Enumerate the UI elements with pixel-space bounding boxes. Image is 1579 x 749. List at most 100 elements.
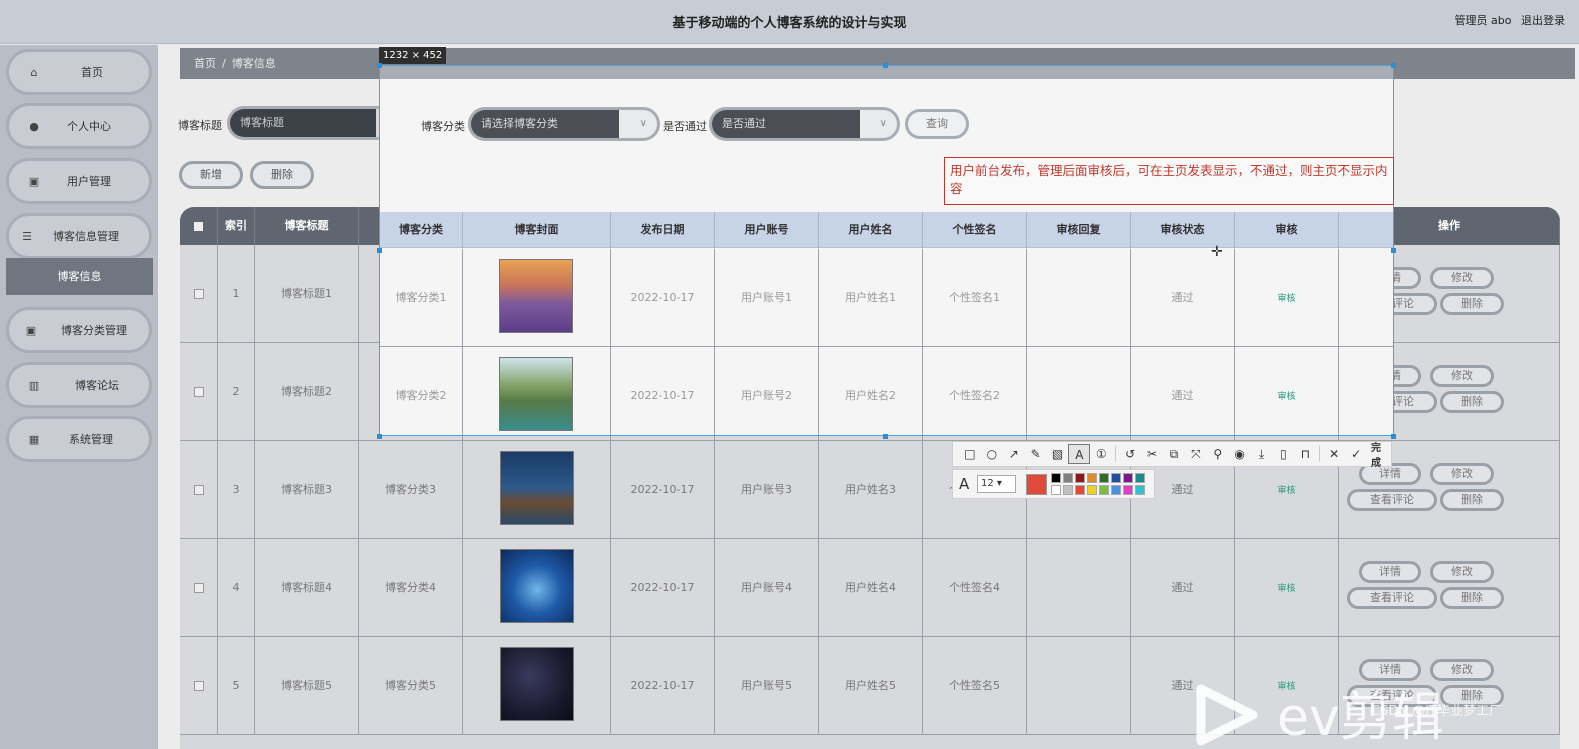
text-tool-icon[interactable]: A xyxy=(1068,444,1091,464)
capture-cell-text[interactable]: 审核 xyxy=(1277,294,1295,304)
resize-handle[interactable] xyxy=(377,434,382,439)
resize-handle[interactable] xyxy=(377,248,382,253)
capture-column-header: 博客分类 xyxy=(380,212,463,248)
color-swatch[interactable] xyxy=(1051,485,1061,495)
sidebar-item-users[interactable]: ▣ 用户管理 xyxy=(6,158,152,204)
resize-handle[interactable] xyxy=(883,434,888,439)
phone-icon[interactable]: ▯ xyxy=(1272,444,1294,464)
row-checkbox[interactable] xyxy=(193,289,204,299)
ellipse-tool-icon[interactable]: ○ xyxy=(981,444,1003,464)
sidebar-item-home[interactable]: ⌂ 首页 xyxy=(6,49,152,95)
color-swatch[interactable] xyxy=(1075,473,1085,483)
title-text: 博客标题4 xyxy=(281,581,332,594)
bookmark-icon[interactable]: ⊓ xyxy=(1294,444,1316,464)
operation-cell: 详情修改查看评论删除 xyxy=(1339,539,1560,637)
delete-row-button[interactable]: 删除 xyxy=(1440,489,1504,511)
title-search-placeholder: 博客标题 xyxy=(230,109,376,137)
capture-selection[interactable]: 博客分类 请选择博客分类 ∨ 是否通过 是否通过 ∨ 查询 博客分类 博客封面 发布… xyxy=(379,65,1394,436)
play-logo-icon xyxy=(1196,684,1258,746)
color-swatch[interactable] xyxy=(1063,485,1073,495)
edit-button[interactable]: 修改 xyxy=(1430,561,1494,583)
delete-row-button[interactable]: 删除 xyxy=(1440,391,1504,413)
color-swatch[interactable] xyxy=(1111,473,1121,483)
resize-handle[interactable] xyxy=(1391,434,1396,439)
pass-select[interactable]: 是否通过 ∨ xyxy=(709,107,900,141)
done-button[interactable]: 完成 xyxy=(1371,439,1391,469)
close-icon[interactable]: ✕ xyxy=(1323,444,1345,464)
add-button[interactable]: 新增 xyxy=(179,161,243,189)
font-size-value: 12 xyxy=(981,478,994,489)
scissors-icon[interactable]: ✂ xyxy=(1141,444,1163,464)
resize-handle[interactable] xyxy=(1391,63,1396,68)
undo-icon[interactable]: ↺ xyxy=(1119,444,1141,464)
status-text: 通过 xyxy=(1171,483,1194,496)
color-swatch[interactable] xyxy=(1123,485,1133,495)
resize-handle[interactable] xyxy=(377,63,382,68)
color-swatch[interactable] xyxy=(1087,473,1097,483)
text-annotation[interactable]: 用户前台发布，管理后面审核后，可在主页发表显示，不通过，则主页不显示内容 xyxy=(944,157,1394,205)
color-swatch[interactable] xyxy=(1135,473,1145,483)
color-swatch[interactable] xyxy=(1135,485,1145,495)
watermark-credit: CSDN @IT毕业梦工厂 xyxy=(1371,704,1502,719)
color-swatch[interactable] xyxy=(1063,473,1073,483)
sidebar-item-blog-info-manage[interactable]: ☰ 博客信息管理 xyxy=(6,213,152,259)
color-swatch[interactable] xyxy=(1123,473,1133,483)
color-swatch[interactable] xyxy=(1075,485,1085,495)
logout-link[interactable]: 退出登录 xyxy=(1521,14,1565,27)
scan-icon[interactable]: ⤧ xyxy=(1185,444,1207,464)
sidebar-item-blog-category[interactable]: ▣ 博客分类管理 xyxy=(6,307,152,353)
sidebar-item-label: 首页 xyxy=(81,66,103,79)
audit-text[interactable]: 审核 xyxy=(1277,584,1295,594)
category-text: 博客分类4 xyxy=(385,581,436,594)
delete-row-button[interactable]: 删除 xyxy=(1440,587,1504,609)
edit-button[interactable]: 修改 xyxy=(1430,267,1494,289)
arrow-tool-icon[interactable]: ↗ xyxy=(1003,444,1025,464)
number-tool-icon[interactable]: ① xyxy=(1090,444,1112,464)
mosaic-tool-icon[interactable]: ▧ xyxy=(1047,444,1069,464)
color-swatch[interactable] xyxy=(1087,485,1097,495)
download-icon[interactable]: ⤓ xyxy=(1251,444,1273,464)
column-header[interactable] xyxy=(180,207,218,245)
rectangle-tool-icon[interactable]: □ xyxy=(959,444,981,464)
color-swatch[interactable] xyxy=(1051,473,1061,483)
edit-button[interactable]: 修改 xyxy=(1430,463,1494,485)
resize-handle[interactable] xyxy=(1391,248,1396,253)
category-select[interactable]: 请选择博客分类 ∨ xyxy=(468,107,660,141)
index-text: 4 xyxy=(232,581,240,594)
breadcrumb-home[interactable]: 首页 xyxy=(194,57,216,70)
delete-row-button[interactable]: 删除 xyxy=(1440,293,1504,315)
view-comments-button[interactable]: 查看评论 xyxy=(1347,489,1437,511)
pencil-tool-icon[interactable]: ✎ xyxy=(1025,444,1047,464)
color-swatch[interactable] xyxy=(1099,473,1109,483)
record-icon[interactable]: ◉ xyxy=(1229,444,1251,464)
sidebar-item-profile[interactable]: ● 个人中心 xyxy=(6,103,152,149)
delete-button[interactable]: 删除 xyxy=(250,161,314,189)
detail-button[interactable]: 详情 xyxy=(1359,561,1421,583)
capture-cell: 通过 xyxy=(1131,347,1235,435)
row-checkbox[interactable] xyxy=(193,387,204,397)
row-checkbox[interactable] xyxy=(193,681,204,691)
ocr-icon[interactable]: ⧉ xyxy=(1163,444,1185,464)
color-swatch[interactable] xyxy=(1111,485,1121,495)
font-size-select[interactable]: 12 ▾ xyxy=(977,475,1016,493)
check-icon[interactable]: ✓ xyxy=(1345,444,1367,464)
capture-cell-text: 用户账号1 xyxy=(741,291,792,304)
pin-icon[interactable]: ⚲ xyxy=(1207,444,1229,464)
row-checkbox[interactable] xyxy=(193,485,204,495)
resize-handle[interactable] xyxy=(883,63,888,68)
color-swatch[interactable] xyxy=(1099,485,1109,495)
view-comments-button[interactable]: 查看评论 xyxy=(1347,587,1437,609)
sidebar-item-system[interactable]: ▦ 系统管理 xyxy=(6,416,152,462)
sidebar-item-forum[interactable]: ▥ 博客论坛 xyxy=(6,362,152,408)
audit-text[interactable]: 审核 xyxy=(1277,486,1295,496)
capture-size-label: 1232 × 452 xyxy=(379,47,447,64)
home-icon: ⌂ xyxy=(30,65,38,79)
capture-cell xyxy=(1339,249,1393,347)
current-color-swatch[interactable] xyxy=(1026,474,1047,495)
capture-cell: 用户账号2 xyxy=(715,347,819,435)
capture-cell-text[interactable]: 审核 xyxy=(1277,392,1295,402)
edit-button[interactable]: 修改 xyxy=(1430,365,1494,387)
sidebar-subitem-blog-info[interactable]: 博客信息 xyxy=(6,258,153,295)
row-checkbox[interactable] xyxy=(193,583,204,593)
query-button[interactable]: 查询 xyxy=(905,109,969,139)
